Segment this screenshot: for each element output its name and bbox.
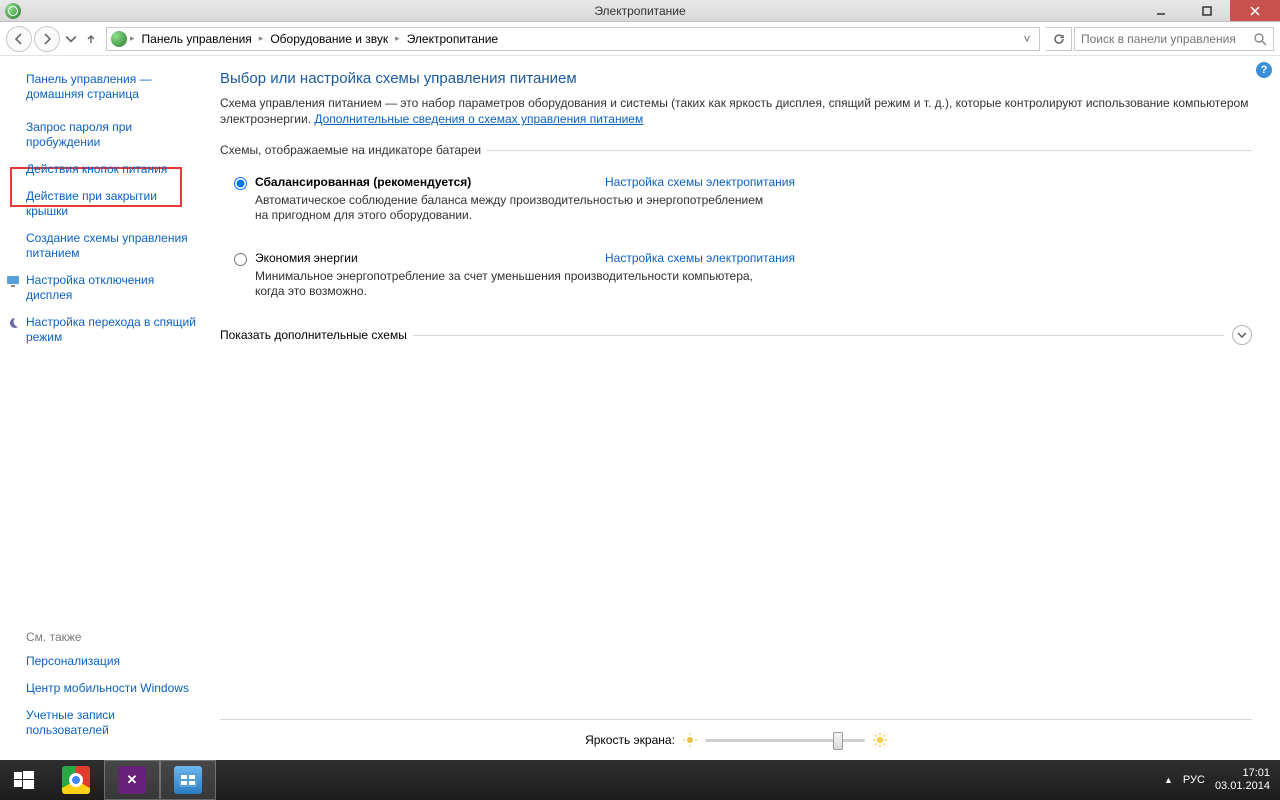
visualstudio-icon: ✕: [118, 766, 146, 794]
see-also-accounts[interactable]: Учетные записи пользователей: [26, 708, 115, 737]
expand-button[interactable]: [1232, 325, 1252, 345]
taskbar-visualstudio[interactable]: ✕: [104, 760, 160, 800]
see-also-personalization[interactable]: Персонализация: [26, 654, 120, 668]
controlpanel-icon: [174, 766, 202, 794]
nav-bar: ▸ Панель управления ▸ Оборудование и зву…: [0, 22, 1280, 56]
see-also-mobility[interactable]: Центр мобильности Windows: [26, 681, 189, 695]
maximize-button[interactable]: [1184, 0, 1230, 21]
app-icon: [5, 3, 21, 19]
address-bar[interactable]: ▸ Панель управления ▸ Оборудование и зву…: [106, 27, 1040, 51]
sidebar-link-password[interactable]: Запрос пароля при пробуждении: [26, 120, 132, 149]
see-also-section: См. также Персонализация Центр мобильнос…: [26, 610, 198, 750]
search-icon: [1253, 32, 1267, 46]
sidebar-link-lid[interactable]: Действие при закрытии крышки: [26, 189, 157, 218]
sun-dim-icon: [683, 733, 697, 747]
page-title: Выбор или настройка схемы управления пит…: [220, 70, 1252, 87]
recent-dropdown[interactable]: [62, 26, 80, 52]
breadcrumb-mid[interactable]: Оборудование и звук: [266, 32, 392, 46]
plan-powersaver: Экономия энергии Настройка схемы электро…: [234, 251, 1252, 299]
plan-radio-powersaver[interactable]: [234, 253, 247, 266]
forward-button[interactable]: [34, 26, 60, 52]
sidebar: Панель управления — домашняя страница За…: [0, 56, 210, 760]
window-titlebar: Электропитание: [0, 0, 1280, 22]
plans-fieldset: Схемы, отображаемые на индикаторе батаре…: [220, 143, 1252, 303]
address-dropdown[interactable]: ˅: [1019, 32, 1035, 46]
display-off-icon: [6, 274, 20, 288]
brightness-slider[interactable]: [705, 730, 865, 750]
chevron-right-icon[interactable]: ▸: [259, 33, 264, 44]
see-also-header: См. также: [26, 630, 198, 644]
clock[interactable]: 17:01 03.01.2014: [1215, 767, 1270, 793]
sidebar-link-display-off[interactable]: Настройка отключения дисплея: [26, 273, 154, 302]
start-button[interactable]: [0, 760, 48, 800]
plan-desc: Минимальное энергопотребление за счет ум…: [255, 269, 775, 299]
learn-more-link[interactable]: Дополнительные сведения о схемах управле…: [314, 112, 643, 126]
clock-date: 03.01.2014: [1215, 780, 1270, 793]
chevron-right-icon[interactable]: ▸: [130, 33, 135, 44]
sidebar-link-create-plan[interactable]: Создание схемы управления питанием: [26, 231, 188, 260]
power-icon: [111, 31, 127, 47]
sun-bright-icon: [873, 733, 887, 747]
language-indicator[interactable]: РУС: [1183, 774, 1205, 786]
plan-name: Сбалансированная (рекомендуется): [255, 175, 605, 189]
divider: [413, 335, 1224, 336]
close-button[interactable]: [1230, 0, 1280, 21]
breadcrumb-root[interactable]: Панель управления: [138, 32, 256, 46]
tray-overflow-icon[interactable]: ▲: [1164, 775, 1173, 785]
refresh-button[interactable]: [1046, 27, 1072, 51]
sidebar-link-powerbtn[interactable]: Действия кнопок питания: [26, 162, 167, 176]
sleep-icon: [6, 316, 20, 330]
plan-balanced: Сбалансированная (рекомендуется) Настрой…: [234, 175, 1252, 223]
clock-time: 17:01: [1215, 767, 1270, 780]
chevron-right-icon[interactable]: ▸: [395, 33, 400, 44]
brightness-footer: Яркость экрана:: [220, 719, 1252, 750]
plan-radio-balanced[interactable]: [234, 177, 247, 190]
show-more-plans-row: Показать дополнительные схемы: [220, 325, 1252, 345]
back-button[interactable]: [6, 26, 32, 52]
sidebar-home-link[interactable]: Панель управления — домашняя страница: [26, 72, 152, 101]
taskbar: ✕ ▲ РУС 17:01 03.01.2014: [0, 760, 1280, 800]
window-title: Электропитание: [594, 4, 685, 18]
plan-settings-link[interactable]: Настройка схемы электропитания: [605, 175, 795, 189]
main-panel: ? Выбор или настройка схемы управления п…: [210, 56, 1280, 760]
plan-settings-link[interactable]: Настройка схемы электропитания: [605, 251, 795, 265]
system-tray: ▲ РУС 17:01 03.01.2014: [1164, 767, 1280, 793]
plan-name: Экономия энергии: [255, 251, 605, 265]
page-description: Схема управления питанием — это набор па…: [220, 95, 1252, 127]
taskbar-chrome[interactable]: [48, 760, 104, 800]
chrome-icon: [62, 766, 90, 794]
show-more-label: Показать дополнительные схемы: [220, 328, 413, 342]
brightness-label: Яркость экрана:: [585, 733, 675, 747]
minimize-button[interactable]: [1138, 0, 1184, 21]
plans-legend: Схемы, отображаемые на индикаторе батаре…: [220, 143, 487, 157]
breadcrumb-leaf[interactable]: Электропитание: [403, 32, 502, 46]
sidebar-link-sleep[interactable]: Настройка перехода в спящий режим: [26, 315, 196, 344]
plan-desc: Автоматическое соблюдение баланса между …: [255, 193, 775, 223]
search-box[interactable]: [1074, 27, 1274, 51]
help-icon[interactable]: ?: [1256, 62, 1272, 78]
up-button[interactable]: [82, 26, 100, 52]
taskbar-controlpanel[interactable]: [160, 760, 216, 800]
search-input[interactable]: [1081, 32, 1253, 46]
